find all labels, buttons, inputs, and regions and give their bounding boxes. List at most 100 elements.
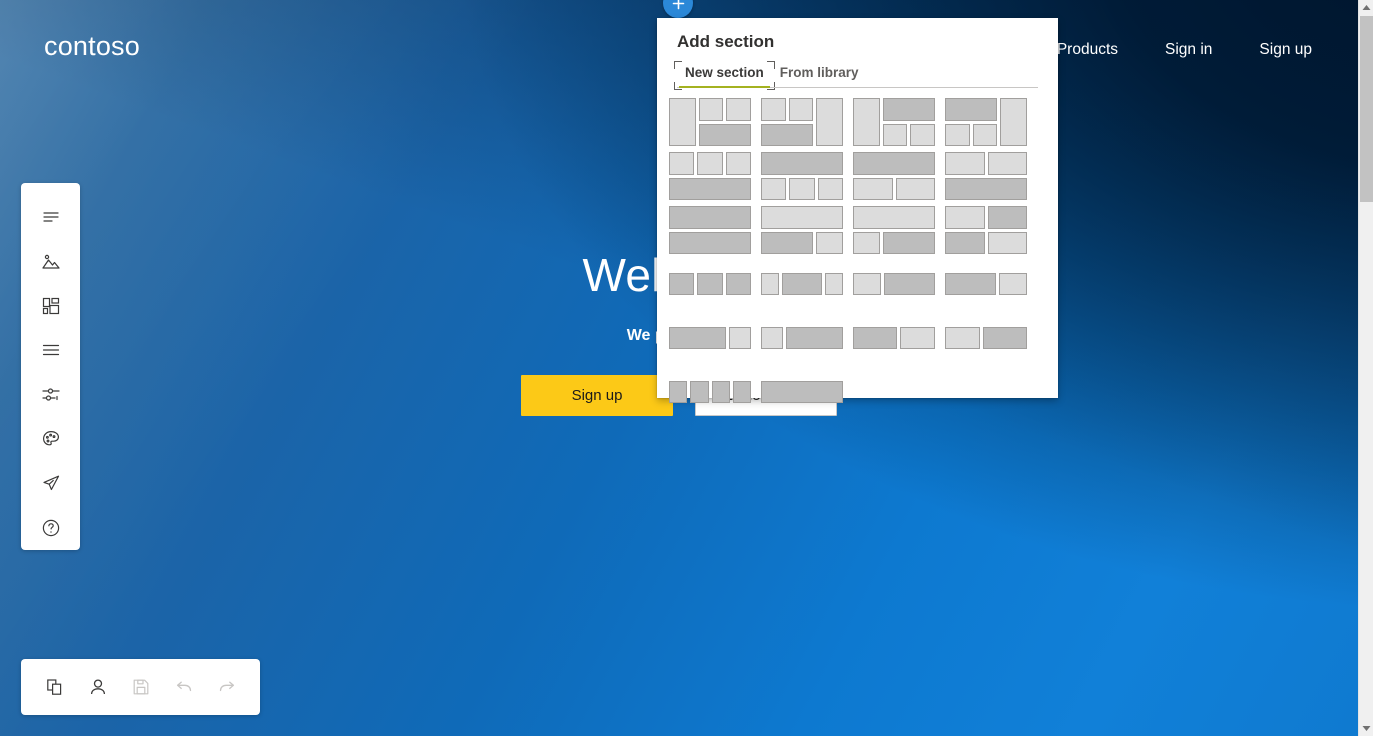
person-icon xyxy=(90,679,105,695)
layout-cell xyxy=(883,273,935,295)
text-icon xyxy=(42,212,59,222)
layout-template-10[interactable] xyxy=(761,206,843,254)
layout-template-14[interactable] xyxy=(761,260,843,308)
layout-cell xyxy=(732,381,751,403)
layout-cell xyxy=(853,206,935,229)
tab-from-library[interactable]: From library xyxy=(772,65,867,88)
layout-stack xyxy=(698,98,751,146)
layout-row xyxy=(945,327,1027,349)
layout-cell xyxy=(999,273,1027,295)
layout-template-18[interactable] xyxy=(761,314,843,362)
layout-template-21[interactable] xyxy=(669,368,751,416)
redo-icon-button[interactable] xyxy=(205,665,248,710)
layout-template-13[interactable] xyxy=(669,260,751,308)
help-icon xyxy=(42,519,59,537)
duplicate-icon-button[interactable] xyxy=(33,665,76,710)
layout-stack xyxy=(945,98,998,146)
layout-row xyxy=(853,206,935,229)
layout-template-11[interactable] xyxy=(853,206,935,254)
send-icon xyxy=(42,476,59,491)
layout-template-19[interactable] xyxy=(853,314,935,362)
layout-template-8[interactable] xyxy=(945,152,1027,200)
layout-cell xyxy=(1000,98,1027,146)
focus-corner-tl xyxy=(674,61,682,69)
layout-icon-button[interactable] xyxy=(29,284,73,328)
nav-link-sign-in[interactable]: Sign in xyxy=(1165,41,1212,59)
layout-cell xyxy=(945,273,997,295)
nav-link-sign-up[interactable]: Sign up xyxy=(1259,41,1312,59)
layout-template-4[interactable] xyxy=(945,98,1027,146)
chevron-down-icon xyxy=(1362,726,1371,731)
layout-row xyxy=(945,98,998,121)
layout-row xyxy=(761,98,843,146)
layout-row xyxy=(669,273,751,295)
layout-template-7[interactable] xyxy=(853,152,935,200)
menu-icon-button[interactable] xyxy=(29,328,73,372)
layout-row xyxy=(669,231,751,254)
layout-template-16[interactable] xyxy=(945,260,1027,308)
image-icon xyxy=(41,254,60,269)
layout-cell xyxy=(910,123,935,146)
scroll-up-arrow[interactable] xyxy=(1359,0,1373,15)
layout-cell xyxy=(761,327,783,349)
layout-stack xyxy=(761,98,814,146)
layout-cell xyxy=(669,327,727,349)
layout-cell xyxy=(945,177,1027,200)
layout-template-9[interactable] xyxy=(669,206,751,254)
layout-template-grid xyxy=(657,88,1058,428)
layout-row xyxy=(945,177,1027,200)
menu-icon xyxy=(42,345,59,356)
tab-new-section[interactable]: New section xyxy=(674,61,775,90)
help-icon-button[interactable] xyxy=(29,506,73,550)
text-icon-button[interactable] xyxy=(29,195,73,239)
layout-row xyxy=(945,231,1027,254)
layout-cell xyxy=(853,273,881,295)
editor-tool-rail xyxy=(21,183,80,550)
layout-template-3[interactable] xyxy=(853,98,935,146)
layout-cell xyxy=(883,231,935,254)
layout-cell xyxy=(899,327,935,349)
layout-cell xyxy=(945,327,981,349)
palette-icon-button[interactable] xyxy=(29,417,73,461)
add-section-dialog: Add section New section From library xyxy=(657,18,1058,403)
save-icon xyxy=(133,679,148,695)
layout-template-2[interactable] xyxy=(761,98,843,146)
layout-cell xyxy=(882,98,935,121)
settings-icon-button[interactable] xyxy=(29,373,73,417)
person-icon-button[interactable] xyxy=(76,665,119,710)
layout-cell xyxy=(882,123,908,146)
layout-template-1[interactable] xyxy=(669,98,751,146)
layout-row xyxy=(945,98,1027,146)
layout-row xyxy=(761,177,843,200)
layout-cell xyxy=(669,273,695,295)
nav-link-products[interactable]: Products xyxy=(1057,41,1118,59)
layout-cell xyxy=(726,98,751,121)
undo-icon-button[interactable] xyxy=(162,665,205,710)
layout-row xyxy=(698,98,751,121)
layout-template-20[interactable] xyxy=(945,314,1027,362)
scrollbar-thumb[interactable] xyxy=(1360,16,1373,202)
layout-cell xyxy=(698,98,724,121)
layout-template-5[interactable] xyxy=(669,152,751,200)
layout-cell xyxy=(761,152,843,175)
layout-template-15[interactable] xyxy=(853,260,935,308)
send-icon-button[interactable] xyxy=(29,461,73,505)
layout-cell xyxy=(725,152,751,175)
layout-cell xyxy=(669,231,751,254)
layout-row xyxy=(945,206,1027,229)
layout-row xyxy=(761,231,843,254)
sign-up-button[interactable]: Sign up xyxy=(521,374,673,416)
layout-cell xyxy=(853,177,893,200)
layout-template-17[interactable] xyxy=(669,314,751,362)
image-icon-button[interactable] xyxy=(29,239,73,283)
duplicate-icon xyxy=(46,679,61,695)
layout-template-12[interactable] xyxy=(945,206,1027,254)
layout-row xyxy=(853,273,935,295)
layout-template-22[interactable] xyxy=(761,368,843,416)
layout-cell xyxy=(729,327,751,349)
layout-cell xyxy=(690,381,709,403)
scroll-down-arrow[interactable] xyxy=(1359,721,1373,736)
layout-template-6[interactable] xyxy=(761,152,843,200)
page-scrollbar[interactable] xyxy=(1358,0,1373,736)
save-icon-button[interactable] xyxy=(119,665,162,710)
